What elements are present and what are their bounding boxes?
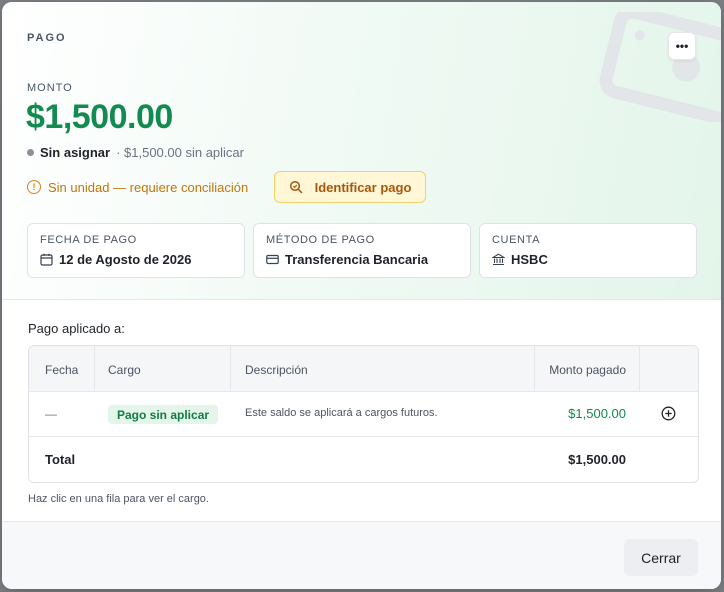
- amount-label: MONTO: [27, 82, 73, 94]
- column-divider: [94, 346, 95, 392]
- column-divider: [534, 346, 535, 392]
- status-dot-icon: [27, 149, 34, 156]
- payment-method-value: Transferencia Bancaria: [285, 252, 429, 267]
- payment-date-label: FECHA DE PAGO: [40, 234, 137, 246]
- applied-section-title: Pago aplicado a:: [28, 321, 125, 336]
- account-value: HSBC: [511, 252, 548, 267]
- table-total-row: Total $1,500.00: [29, 437, 698, 482]
- account-card: CUENTA HSBC: [479, 223, 697, 278]
- status-badge: Pago sin aplicar: [108, 405, 219, 424]
- credit-card-icon: [266, 254, 279, 265]
- account-label: CUENTA: [492, 234, 541, 246]
- total-label: Total: [45, 452, 76, 467]
- payment-summary-panel: PAGO ••• MONTO $1,500.00 Sin asignar · $…: [2, 2, 721, 300]
- payment-method-label: MÉTODO DE PAGO: [266, 234, 375, 246]
- row-monto: $1,500.00: [568, 406, 626, 421]
- plus-circle-icon[interactable]: [661, 406, 676, 421]
- row-descripcion: Este saldo se aplicará a cargos futuros.: [245, 407, 438, 419]
- reconciliation-warning: ! Sin unidad — requiere conciliación: [27, 171, 248, 203]
- payment-date-card: FECHA DE PAGO 12 de Agosto de 2026: [27, 223, 245, 278]
- column-monto: Monto pagado: [549, 363, 626, 377]
- identify-payment-label: Identificar pago: [314, 179, 412, 195]
- column-fecha: Fecha: [45, 363, 79, 377]
- payment-date-value: 12 de Agosto de 2026: [59, 252, 192, 267]
- calendar-icon: [40, 253, 53, 266]
- payment-modal: PAGO ••• MONTO $1,500.00 Sin asignar · $…: [2, 2, 721, 589]
- more-options-button[interactable]: •••: [668, 32, 696, 60]
- ellipsis-icon: •••: [675, 39, 689, 53]
- status-unapplied-amount: · $1,500.00 sin aplicar: [116, 145, 244, 160]
- modal-footer: Cerrar: [2, 521, 721, 589]
- alert-circle-icon: !: [27, 180, 41, 194]
- column-divider: [639, 346, 640, 392]
- table-hint: Haz clic en una fila para ver el cargo.: [28, 493, 209, 505]
- table-row[interactable]: — Pago sin aplicar Este saldo se aplicar…: [29, 392, 698, 437]
- column-descripcion: Descripción: [245, 363, 308, 377]
- payment-amount: $1,500.00: [26, 98, 173, 136]
- table-header: Fecha Cargo Descripción Monto pagado: [29, 346, 698, 392]
- warning-text: Sin unidad — requiere conciliación: [48, 179, 249, 195]
- money-watermark-icon: [599, 12, 721, 122]
- row-fecha: —: [45, 407, 57, 421]
- identify-payment-button[interactable]: Identificar pago: [274, 171, 426, 203]
- payment-method-card: MÉTODO DE PAGO Transferencia Bancaria: [253, 223, 471, 278]
- modal-kicker: PAGO: [27, 32, 67, 44]
- total-value: $1,500.00: [568, 452, 626, 467]
- close-button[interactable]: Cerrar: [624, 539, 698, 576]
- search-icon: [289, 180, 302, 194]
- column-divider: [230, 346, 231, 392]
- status-text: Sin asignar: [40, 145, 111, 160]
- assignment-status: Sin asignar · $1,500.00 sin aplicar: [27, 145, 244, 160]
- column-cargo: Cargo: [108, 363, 141, 377]
- applied-charges-table: Fecha Cargo Descripción Monto pagado — P…: [28, 345, 699, 483]
- bank-icon: [492, 253, 505, 266]
